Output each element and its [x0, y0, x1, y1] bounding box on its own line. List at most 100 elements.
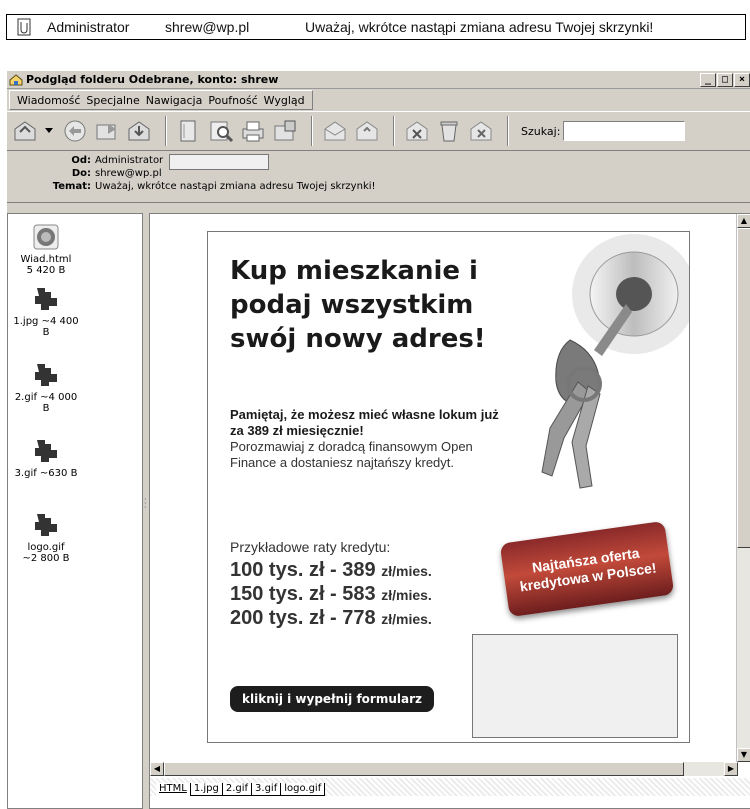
spam-icon[interactable] — [467, 117, 495, 145]
attachment-item[interactable]: 2.gif ~4 000 B — [10, 360, 82, 414]
scroll-thumb[interactable] — [737, 228, 750, 548]
message-list-row[interactable]: Administrator shrew@wp.pl Uważaj, wkrótc… — [6, 14, 746, 40]
rate-row: 150 tys. zł - 583 zł/mies. — [230, 583, 432, 606]
keys-in-lock-image — [541, 234, 689, 489]
to-label: Do: — [71, 168, 91, 179]
mark-unread-icon[interactable] — [353, 117, 381, 145]
menu-poufnosc[interactable]: Poufność — [205, 94, 260, 107]
trash-icon[interactable] — [435, 117, 463, 145]
to-value: shrew@wp.pl — [95, 168, 162, 179]
vertical-scrollbar[interactable]: ▲ ▼ — [736, 214, 750, 762]
image-file-icon — [35, 514, 57, 536]
search-input[interactable] — [563, 121, 686, 141]
ad-rates-label: Przykładowe raty kredytu: — [230, 539, 391, 555]
attachment-item[interactable]: Wiad.html 5 420 B — [16, 222, 76, 276]
menu-bar: Wiadomość Specjalne Nawigacja Poufność W… — [7, 89, 750, 111]
image-file-icon — [35, 288, 57, 310]
image-placeholder — [472, 634, 678, 738]
attachment-size: B — [42, 403, 50, 414]
attachment-size: 5 420 B — [26, 265, 66, 276]
cta-button[interactable]: kliknij i wypełnij formularz — [230, 686, 435, 712]
attachment-name: logo.gif — [27, 542, 65, 553]
ad-badge-container: Najtańsza oferta kredytowa w Polsce! — [499, 520, 675, 618]
horizontal-scrollbar[interactable]: ◀ ▶ — [150, 762, 738, 776]
delete-message-icon[interactable] — [403, 117, 431, 145]
tab-2-gif[interactable]: 2.gif — [222, 783, 253, 796]
image-file-icon — [35, 364, 57, 386]
move-icon[interactable] — [125, 117, 153, 145]
attachment-name: Wiad.html — [20, 254, 72, 265]
minimize-button[interactable]: _ — [700, 72, 716, 87]
rate-unit: zł/mies. — [381, 611, 432, 627]
forward-icon[interactable] — [93, 117, 121, 145]
attachment-name: 1.jpg ~4 400 — [13, 316, 79, 327]
window-title: Podgląd folderu Odebrane, konto: shrew — [26, 73, 279, 86]
attachment-name: 2.gif ~4 000 — [14, 392, 78, 403]
address-book-icon[interactable] — [175, 117, 203, 145]
reply-all-icon[interactable] — [61, 117, 89, 145]
from-label: Od: — [71, 155, 91, 166]
toolbar-separator — [165, 116, 167, 146]
mark-read-icon[interactable] — [321, 117, 349, 145]
title-bar[interactable]: Podgląd folderu Odebrane, konto: shrew _… — [7, 71, 750, 89]
rate-unit: zł/mies. — [381, 563, 432, 579]
from-value: Administrator — [95, 155, 164, 166]
view-tabs: HTML 1.jpg 2.gif 3.gif logo.gif — [150, 778, 750, 796]
attachment-item[interactable]: logo.gif ~2 800 B — [16, 510, 76, 564]
menu-specjalne[interactable]: Specjalne — [83, 94, 142, 107]
ad-banner[interactable]: Kup mieszkanie i podaj wszystkim swój no… — [207, 231, 690, 743]
rate-amount: 150 tys. zł - 583 — [230, 583, 376, 605]
toolbar: Szukaj: — [7, 111, 750, 151]
ad-badge: Najtańsza oferta kredytowa w Polsce! — [499, 520, 675, 618]
ad-text: Porozmawiaj z doradcą finansowym Open Fi… — [230, 439, 473, 470]
subject-value: Uważaj, wkrótce nastąpi zmiana adresu Tw… — [95, 181, 376, 192]
sender-redaction-box — [169, 154, 269, 170]
attachment-size: B — [42, 327, 50, 338]
message-viewer: Kup mieszkanie i podaj wszystkim swój no… — [149, 213, 750, 809]
scroll-down-icon[interactable]: ▼ — [737, 748, 750, 762]
menu-wyglad[interactable]: Wygląd — [261, 94, 308, 107]
menu-nawigacja[interactable]: Nawigacja — [143, 94, 206, 107]
attachment-item[interactable]: 1.jpg ~4 400 B — [10, 284, 82, 338]
scroll-right-icon[interactable]: ▶ — [724, 762, 738, 776]
tab-1-jpg[interactable]: 1.jpg — [190, 783, 223, 796]
message-headers: Od: Administrator Do: shrew@wp.pl Temat:… — [7, 151, 750, 203]
sender: Administrator — [47, 19, 130, 35]
image-file-icon — [35, 440, 57, 462]
search-label: Szukaj: — [521, 124, 561, 138]
scroll-left-icon[interactable]: ◀ — [150, 762, 164, 776]
reply-icon[interactable] — [11, 117, 39, 145]
rate-row: 100 tys. zł - 389 zł/mies. — [230, 559, 432, 582]
attachment-name: 3.gif ~630 B — [14, 468, 78, 479]
attachment-panel: Wiad.html 5 420 B 1.jpg ~4 400 B 2.gif ~… — [7, 213, 143, 809]
rate-amount: 200 tys. zł - 778 — [230, 607, 376, 629]
content-area: Wiad.html 5 420 B 1.jpg ~4 400 B 2.gif ~… — [7, 213, 750, 809]
toolbar-separator — [507, 116, 509, 146]
dropdown-arrow-icon[interactable] — [43, 117, 55, 145]
tab-3-gif[interactable]: 3.gif — [252, 783, 282, 796]
search-icon[interactable] — [207, 117, 235, 145]
close-button[interactable]: × — [734, 72, 750, 87]
ad-bold-text: Pamiętaj, że możesz mieć własne lokum ju… — [230, 407, 499, 438]
tab-logo-gif[interactable]: logo.gif — [281, 783, 326, 796]
scroll-up-icon[interactable]: ▲ — [737, 214, 750, 228]
toolbar-separator — [311, 116, 313, 146]
print-icon[interactable] — [239, 117, 267, 145]
menu-wiadomosc[interactable]: Wiadomość — [14, 94, 83, 107]
attachment-item[interactable]: 3.gif ~630 B — [10, 436, 82, 479]
rate-amount: 100 tys. zł - 389 — [230, 559, 376, 581]
attachment-size: ~2 800 B — [22, 553, 70, 564]
recipient: shrew@wp.pl — [165, 19, 250, 35]
html-file-icon — [33, 224, 59, 250]
rate-unit: zł/mies. — [381, 587, 432, 603]
preview-window: Podgląd folderu Odebrane, konto: shrew _… — [6, 70, 750, 809]
attachment-icon — [13, 17, 35, 37]
scroll-thumb[interactable] — [164, 762, 684, 776]
subject: Uważaj, wkrótce nastąpi zmiana adresu Tw… — [305, 19, 654, 35]
save-icon[interactable] — [271, 117, 299, 145]
tab-html[interactable]: HTML — [156, 783, 191, 796]
toolbar-separator — [393, 116, 395, 146]
rate-row: 200 tys. zł - 778 zł/mies. — [230, 607, 432, 630]
maximize-button[interactable]: □ — [717, 72, 733, 87]
ad-headline: Kup mieszkanie i podaj wszystkim swój no… — [230, 256, 486, 354]
